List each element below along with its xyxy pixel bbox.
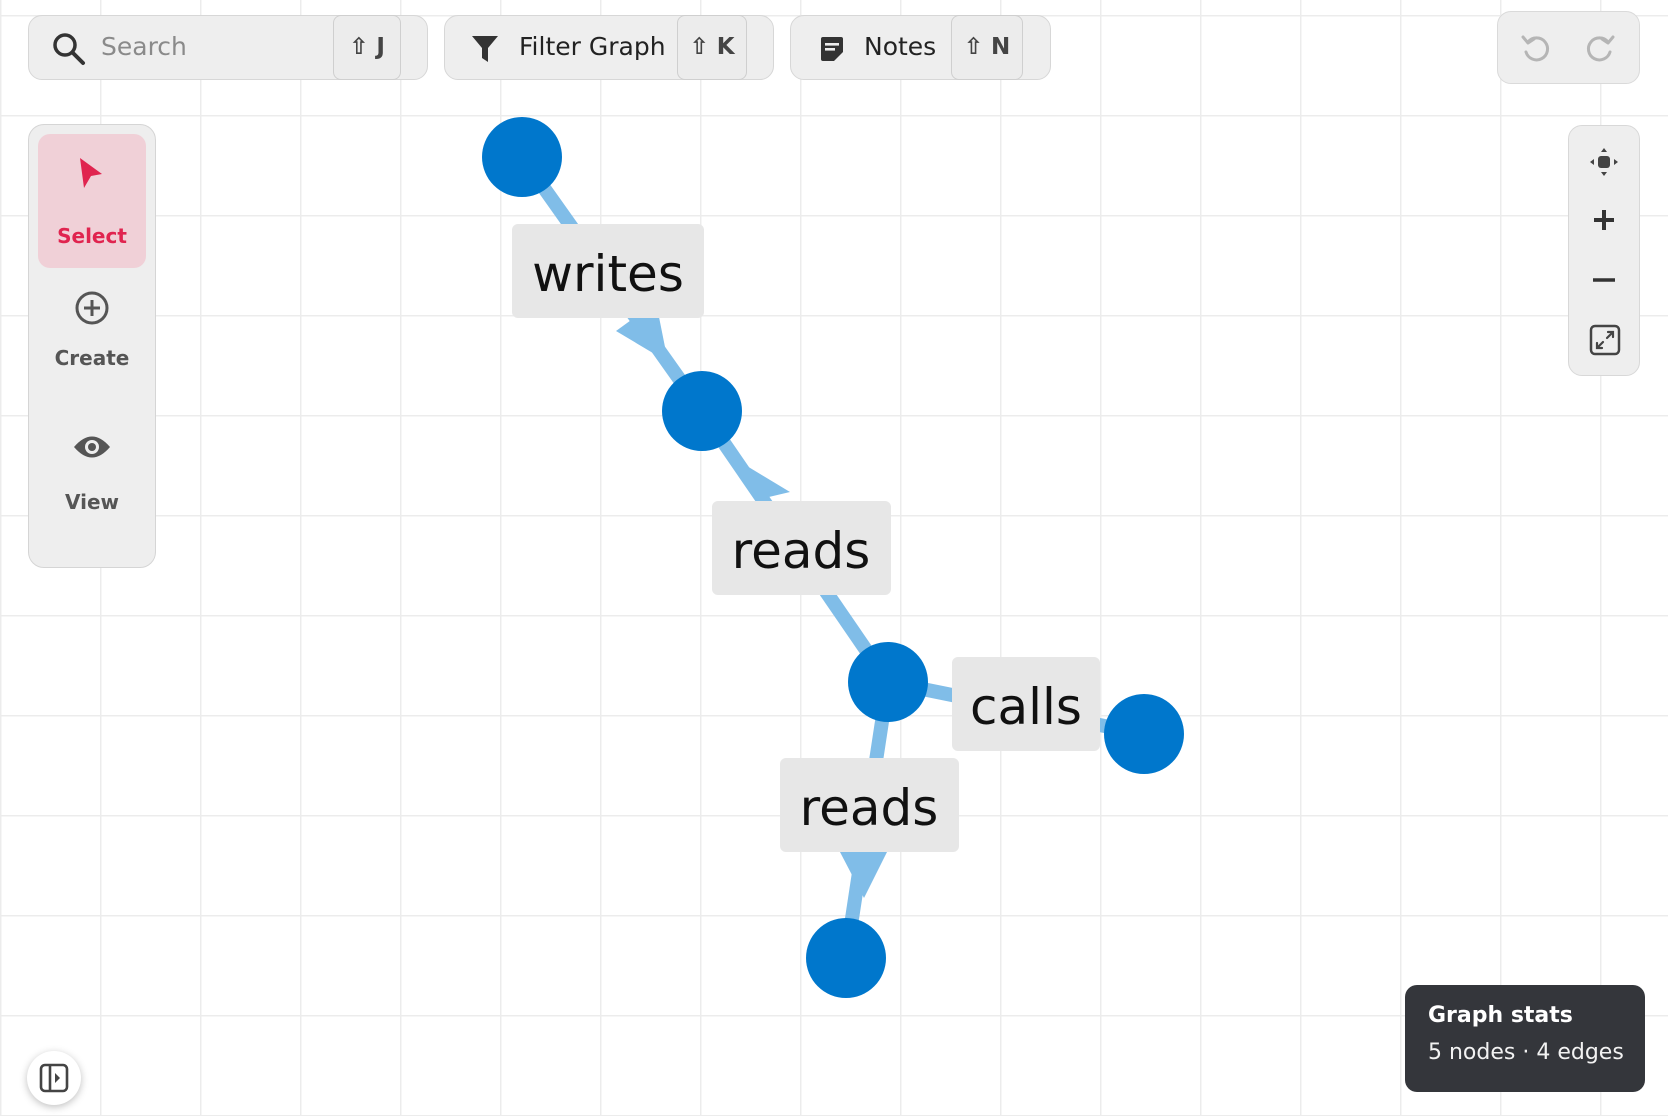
graph-node[interactable] [848,642,928,722]
edge-label[interactable]: reads [780,758,959,852]
cursor-icon [76,156,106,192]
graph-stats-panel: Graph stats 5 nodes · 4 edges [1405,985,1645,1092]
search-input[interactable]: Search [101,32,187,61]
create-tool[interactable]: Create [38,278,146,412]
zoom-controls [1568,125,1640,376]
zoom-out-icon[interactable] [1590,266,1618,294]
filter-graph-button[interactable]: Filter Graph ⇧ K [444,14,774,80]
fit-screen-icon[interactable] [1589,324,1621,356]
search-bar[interactable]: Search ⇧ J [28,14,428,80]
view-tool-label: View [64,490,120,514]
search-icon [51,31,87,67]
notes-label: Notes [864,32,937,61]
graph-view[interactable]: writes reads calls reads [0,0,1668,1116]
redo-icon[interactable] [1584,32,1616,64]
notes-button[interactable]: Notes ⇧ N [790,14,1051,80]
history-controls [1497,11,1640,84]
graph-stats-title: Graph stats [1428,1003,1573,1028]
filter-graph-label: Filter Graph [519,32,666,61]
edge-label[interactable]: reads [712,501,891,595]
sidebar-toggle-icon [39,1063,69,1093]
edge-label-text: reads [732,522,871,580]
notes-icon [819,36,845,62]
edge-label-text: reads [800,779,939,837]
graph-node[interactable] [806,918,886,998]
select-tool-label: Select [57,224,127,248]
recenter-icon[interactable] [1588,146,1620,178]
notes-shortcut: ⇧ N [951,14,1023,80]
edge-label[interactable]: calls [952,657,1100,751]
search-shortcut: ⇧ J [333,14,401,80]
graph-node[interactable] [1104,694,1184,774]
edge-label-text: writes [532,245,684,303]
select-tool[interactable]: Select [38,134,146,268]
sidebar-toggle-button[interactable] [27,1051,81,1105]
edge-label[interactable]: writes [512,224,704,318]
tool-panel: Select Create View [28,124,156,568]
eye-icon [72,432,112,462]
filter-shortcut: ⇧ K [677,14,747,80]
graph-node[interactable] [482,117,562,197]
view-tool[interactable]: View [38,422,146,556]
plus-circle-icon [74,290,110,326]
create-tool-label: Create [54,346,130,370]
graph-stats-summary: 5 nodes · 4 edges [1428,1040,1624,1065]
graph-node[interactable] [662,371,742,451]
undo-icon[interactable] [1520,32,1552,64]
arrowhead [840,852,887,898]
zoom-in-icon[interactable] [1590,206,1618,234]
filter-icon [471,34,499,64]
edge-label-text: calls [970,678,1082,736]
